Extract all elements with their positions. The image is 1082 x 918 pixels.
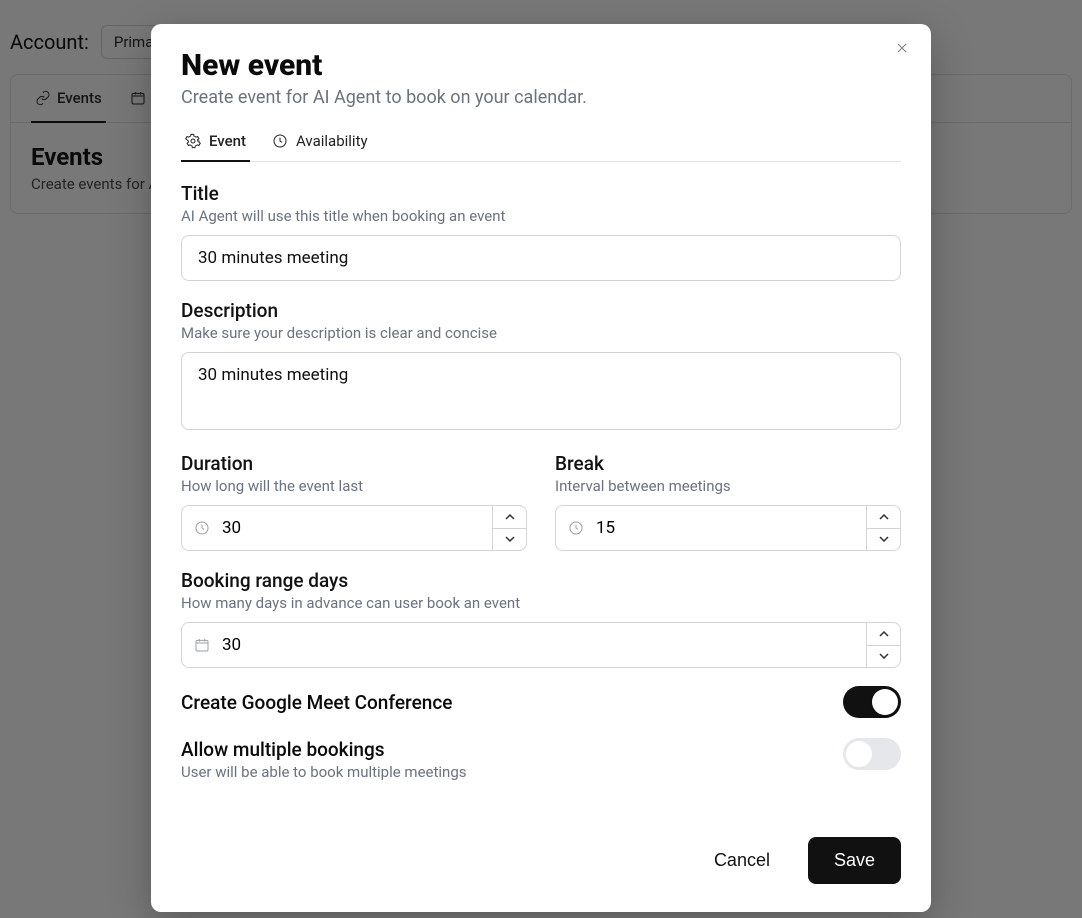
field-description: Description Make sure your description i… [181,299,901,434]
field-range: Booking range days How many days in adva… [181,569,901,668]
modal-tabs: Event Availability [181,122,901,162]
duration-label: Duration [181,452,527,475]
new-event-modal: New event Create event for AI Agent to b… [151,24,931,912]
duration-input[interactable] [222,506,492,550]
field-title: Title AI Agent will use this title when … [181,182,901,281]
break-up[interactable] [867,506,900,529]
multiple-label: Allow multiple bookings [181,738,467,761]
tab-event-label: Event [209,132,246,150]
duration-up[interactable] [493,506,526,529]
cancel-button[interactable]: Cancel [700,840,784,881]
close-icon[interactable] [891,40,913,62]
range-hint: How many days in advance can user book a… [181,594,901,612]
break-input[interactable] [596,506,866,550]
break-down[interactable] [867,529,900,551]
gear-icon [185,133,201,149]
modal-footer: Cancel Save [181,837,901,884]
description-input[interactable] [181,352,901,430]
title-label: Title [181,182,901,205]
range-input[interactable] [222,623,866,667]
gmeet-label: Create Google Meet Conference [181,691,452,714]
field-break: Break Interval between meetings [555,452,901,551]
modal-subtitle: Create event for AI Agent to book on you… [181,87,901,108]
tab-event[interactable]: Event [181,122,250,162]
range-label: Booking range days [181,569,901,592]
clock-icon [272,133,288,149]
break-stepper [555,505,901,551]
modal-overlay: New event Create event for AI Agent to b… [0,0,1082,918]
duration-hint: How long will the event last [181,477,527,495]
range-up[interactable] [867,623,900,646]
clock-icon [556,506,596,550]
description-hint: Make sure your description is clear and … [181,324,901,342]
field-duration: Duration How long will the event last [181,452,527,551]
break-label: Break [555,452,901,475]
calendar-icon [182,623,222,667]
tab-availability-label: Availability [296,132,368,150]
duration-stepper [181,505,527,551]
tab-availability[interactable]: Availability [268,122,372,162]
clock-icon [182,506,222,550]
multiple-row: Allow multiple bookings User will be abl… [181,738,901,781]
toggle-knob [846,741,872,767]
gmeet-row: Create Google Meet Conference [181,686,901,718]
toggle-knob [872,689,898,715]
save-button[interactable]: Save [808,837,901,884]
range-down[interactable] [867,646,900,668]
duration-down[interactable] [493,529,526,551]
description-label: Description [181,299,901,322]
multiple-toggle[interactable] [843,738,901,770]
break-hint: Interval between meetings [555,477,901,495]
gmeet-toggle[interactable] [843,686,901,718]
title-hint: AI Agent will use this title when bookin… [181,207,901,225]
title-input[interactable] [181,235,901,281]
multiple-hint: User will be able to book multiple meeti… [181,763,467,781]
range-stepper [181,622,901,668]
modal-title: New event [181,48,901,83]
